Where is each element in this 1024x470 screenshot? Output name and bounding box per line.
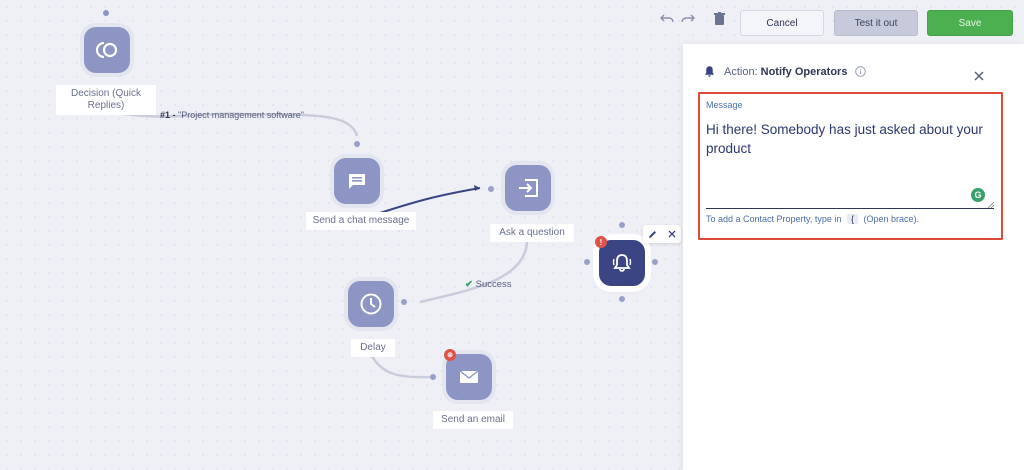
chat-message-label: Send a chat message: [306, 212, 416, 230]
option-text: "Project management software": [178, 110, 304, 120]
resize-handle-icon[interactable]: [988, 202, 994, 208]
edge-arrowhead: [474, 185, 480, 191]
connector-dot[interactable]: [488, 186, 494, 192]
redo-button[interactable]: [681, 13, 695, 23]
delay-label: Delay: [351, 339, 395, 357]
node-mini-toolbar: [643, 225, 681, 243]
info-icon[interactable]: [855, 66, 867, 77]
message-field-highlight: Message Hi there! Somebody has just aske…: [698, 92, 1003, 240]
error-badge: !: [595, 236, 607, 248]
connector-dot[interactable]: [652, 259, 658, 265]
connector-dot[interactable]: [584, 259, 590, 265]
success-edge-label: ✔ Success: [465, 279, 512, 290]
panel-header: Action: Notify Operators: [703, 65, 867, 78]
connector-dot[interactable]: [619, 296, 625, 302]
undo-icon: [660, 14, 674, 23]
message-textarea[interactable]: Hi there! Somebody has just asked about …: [706, 120, 991, 158]
cancel-button[interactable]: Cancel: [740, 10, 824, 36]
edge-question-delay: [419, 239, 529, 304]
edge-chat-question: [379, 187, 481, 214]
connector-dot[interactable]: [430, 374, 436, 380]
envelope-icon: [459, 370, 479, 383]
bell-icon: [704, 66, 715, 77]
option-number: #1 -: [160, 110, 176, 120]
connector-dot[interactable]: [103, 10, 109, 16]
check-icon: ✔: [465, 279, 473, 290]
decision-node-label: Decision (Quick Replies): [56, 85, 156, 115]
action-panel: Action: Notify Operators Message Hi ther…: [683, 44, 1024, 470]
decision-icon: [95, 41, 118, 59]
notify-operators-node[interactable]: [599, 240, 645, 286]
bell-icon: [612, 254, 632, 272]
ask-question-icon: [519, 179, 538, 197]
message-underline: [706, 208, 994, 209]
hint-text-before: To add a Contact Property, type in: [706, 214, 842, 224]
grammarly-icon[interactable]: G: [971, 188, 985, 202]
panel-title: Notify Operators: [760, 65, 848, 78]
hint-text-after: (Open brace).: [863, 214, 919, 224]
success-text: Success: [475, 279, 512, 290]
ask-question-node[interactable]: [505, 165, 551, 211]
contact-property-hint: To add a Contact Property, type in { (Op…: [706, 214, 919, 224]
undo-button[interactable]: [660, 13, 674, 23]
close-icon: [974, 71, 984, 81]
chat-message-icon: [349, 174, 365, 189]
redo-icon: [681, 14, 695, 23]
spam-warning-badge: ⊚: [444, 349, 456, 361]
save-button[interactable]: Save: [927, 10, 1013, 36]
test-it-out-button[interactable]: Test it out: [834, 10, 918, 36]
connector-dot[interactable]: [619, 222, 625, 228]
panel-prefix: Action:: [724, 65, 758, 78]
option-edge-label: #1 - "Project management software": [160, 110, 304, 120]
close-panel-button[interactable]: [974, 68, 984, 86]
hint-key: {: [846, 214, 858, 224]
delete-button[interactable]: [714, 12, 725, 25]
pencil-icon[interactable]: [648, 230, 657, 239]
connector-dot[interactable]: [354, 141, 360, 147]
chat-message-node[interactable]: [334, 158, 380, 204]
message-label: Message: [706, 100, 743, 110]
send-email-node[interactable]: [446, 354, 492, 400]
delay-node[interactable]: [348, 281, 394, 327]
close-icon[interactable]: [668, 230, 676, 238]
decision-node[interactable]: [84, 27, 130, 73]
clock-icon: [360, 293, 382, 315]
trash-icon: [714, 12, 725, 25]
connector-dot[interactable]: [401, 299, 407, 305]
ask-question-label: Ask a question: [490, 224, 574, 242]
send-email-label: Send an email: [433, 411, 513, 429]
